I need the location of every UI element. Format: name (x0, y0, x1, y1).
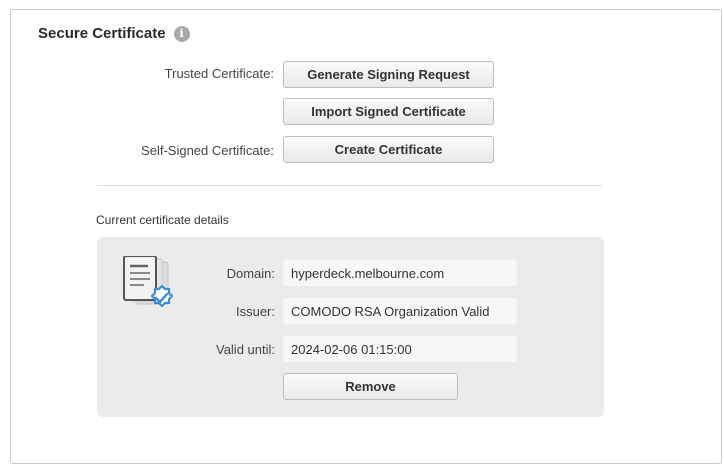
section-title: Secure Certificate i (38, 25, 190, 42)
import-signed-certificate-button[interactable]: Import Signed Certificate (283, 98, 494, 125)
valid-until-label: Valid until: (215, 342, 275, 357)
trusted-certificate-label: Trusted Certificate: (164, 66, 274, 81)
section-title-text: Secure Certificate (38, 25, 166, 42)
divider (97, 185, 602, 186)
remove-button[interactable]: Remove (283, 373, 458, 400)
create-certificate-button[interactable]: Create Certificate (283, 136, 494, 163)
valid-until-value: 2024-02-06 01:15:00 (283, 336, 517, 362)
current-certificate-heading: Current certificate details (96, 213, 229, 227)
issuer-label: Issuer: (235, 304, 275, 319)
generate-signing-request-button[interactable]: Generate Signing Request (283, 61, 494, 88)
domain-label: Domain: (226, 266, 275, 281)
domain-value: hyperdeck.melbourne.com (283, 260, 517, 286)
self-signed-certificate-label: Self-Signed Certificate: (141, 143, 274, 158)
info-icon[interactable]: i (173, 25, 190, 42)
issuer-value: COMODO RSA Organization Valid (283, 298, 517, 324)
